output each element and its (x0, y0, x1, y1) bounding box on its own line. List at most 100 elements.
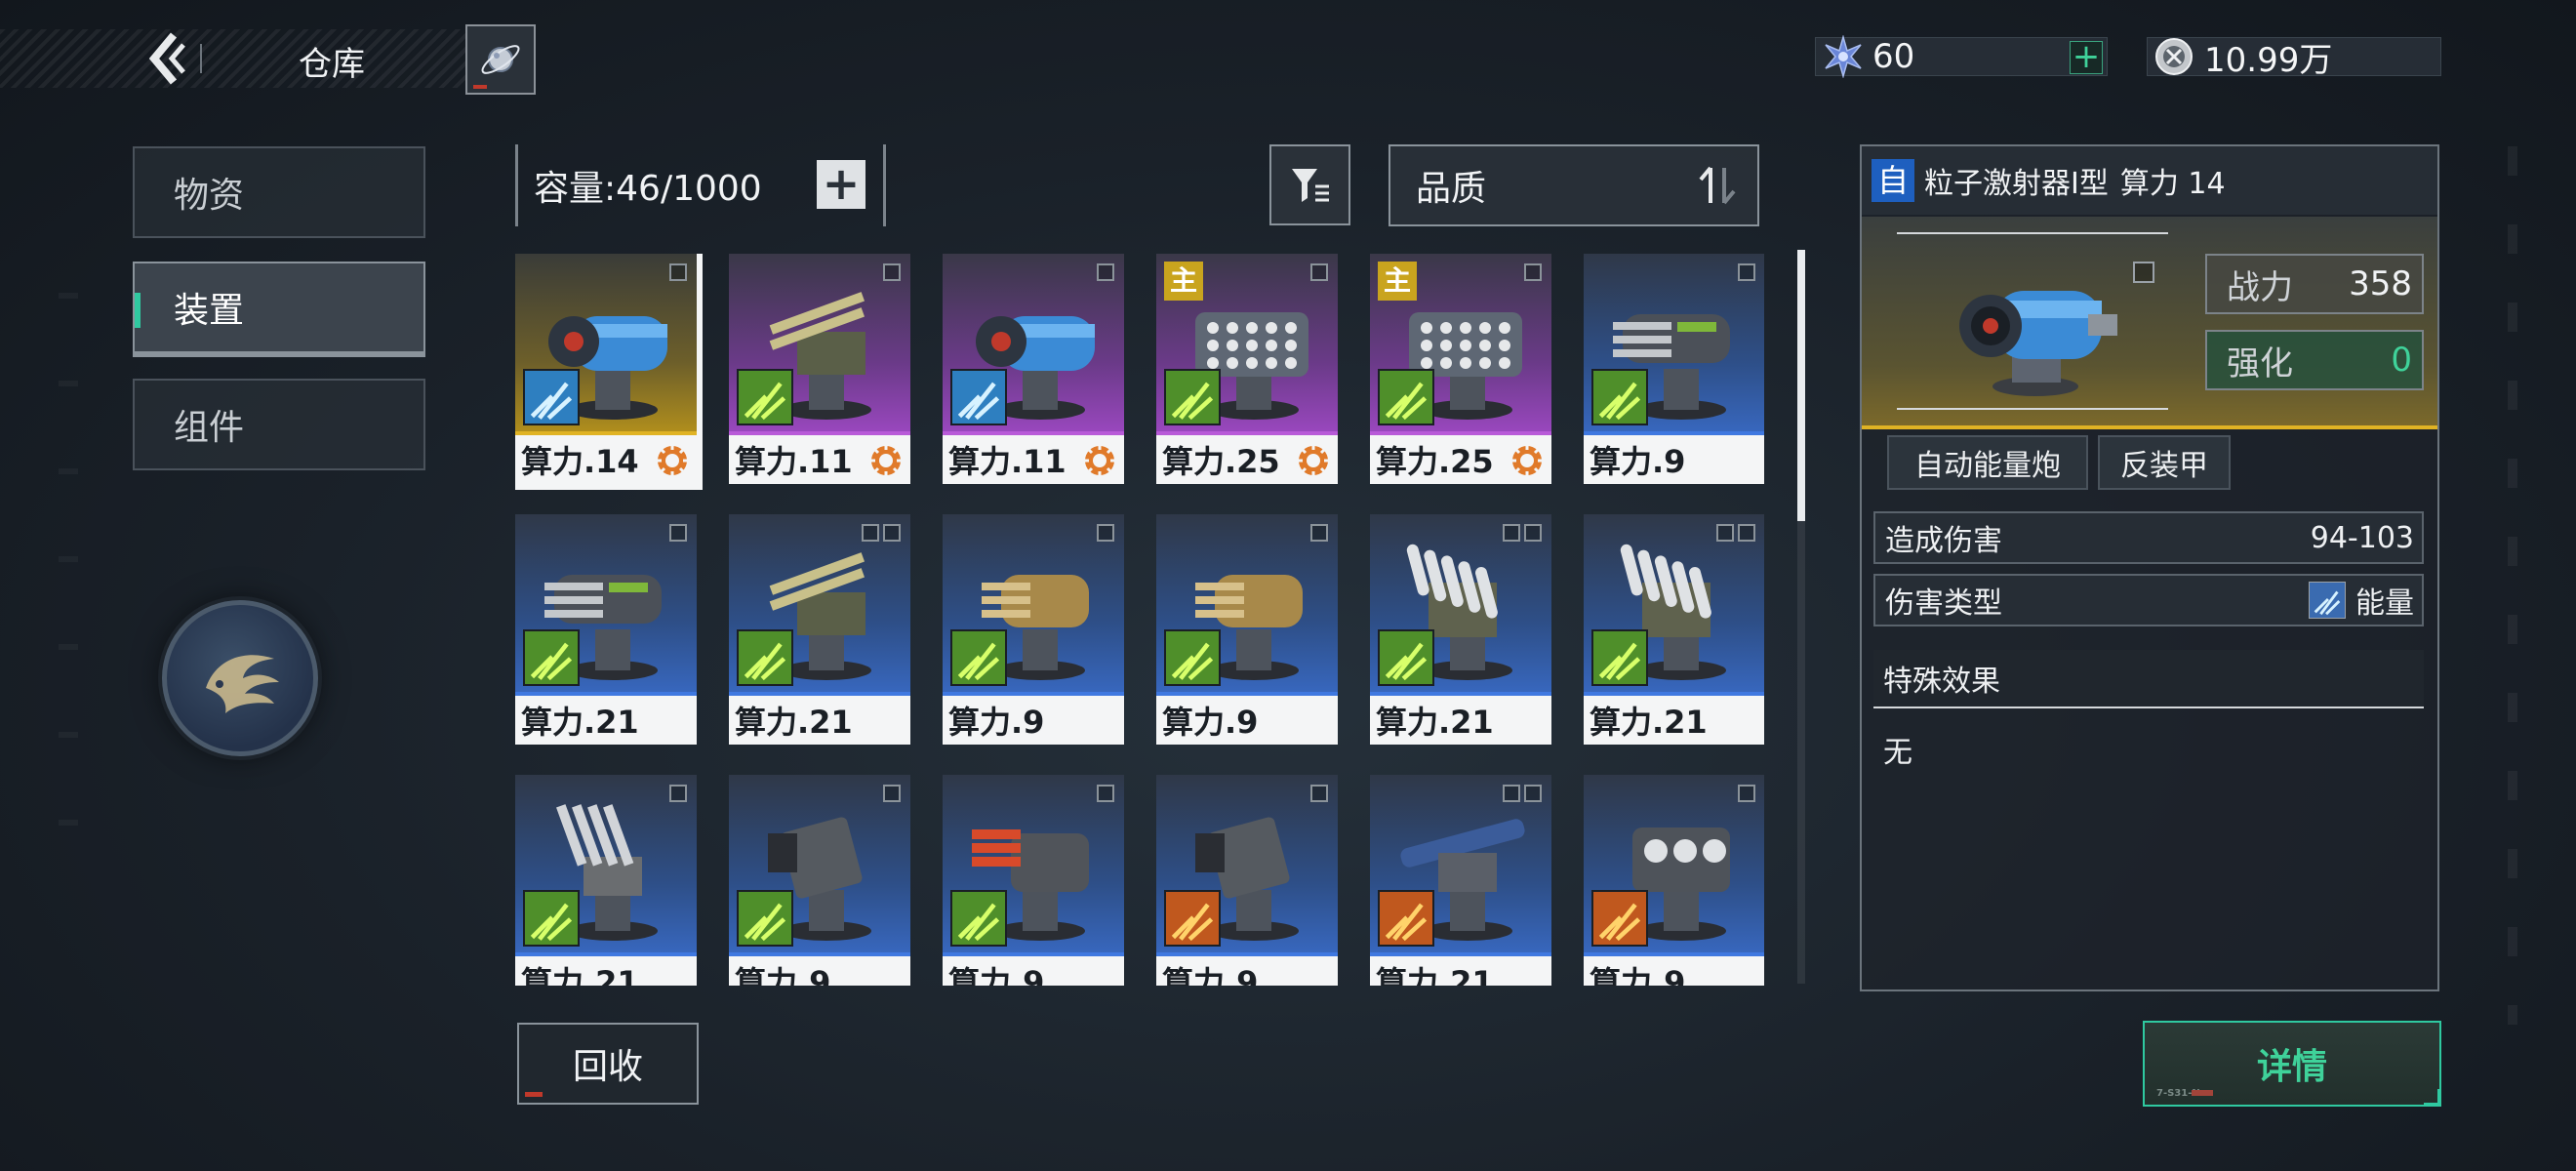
capacity-text: 容量:46/1000 (534, 169, 762, 209)
slot-indicator (1716, 524, 1734, 542)
device-card[interactable]: 算力.9 (943, 514, 1124, 745)
damage-type-right: 能量 (2309, 579, 2414, 622)
right-decoration (2508, 146, 2517, 1025)
gear-icon (867, 442, 905, 479)
slot-indicator (1503, 785, 1520, 802)
device-card[interactable]: 算力.21 (729, 514, 910, 745)
lock-checkbox[interactable] (2133, 262, 2154, 283)
coin-value: 10.99万 (2204, 40, 2333, 80)
slot-indicator (669, 524, 687, 542)
back-button[interactable] (137, 29, 195, 88)
nav-item-label: 组件 (174, 408, 245, 448)
particle-cannon-icon (1959, 291, 2117, 396)
device-card[interactable]: 算力.11 (729, 254, 910, 484)
device-card[interactable]: 算力.9 (1156, 775, 1338, 986)
kinetic-element-icon (1164, 369, 1221, 425)
fire-element-icon (1591, 890, 1648, 947)
nav-item-supplies[interactable]: 物资 (133, 146, 425, 238)
fire-element-icon (1378, 890, 1434, 947)
detail-button-label: 详情 (2256, 1047, 2327, 1087)
device-card[interactable]: 算力.9 (943, 775, 1124, 986)
device-power-label: 算力.21 (1370, 696, 1551, 745)
kinetic-element-icon (737, 890, 793, 947)
device-card[interactable]: 算力.21 (1370, 514, 1551, 745)
grid-scrollbar-thumb[interactable] (1797, 250, 1805, 521)
kinetic-element-icon (1591, 369, 1648, 425)
slot-indicator (1738, 524, 1755, 542)
gear-icon (1081, 442, 1118, 479)
header-separator (200, 44, 202, 73)
device-power-label: 算力.21 (729, 696, 910, 745)
damage-row: 造成伤害 94-103 (1873, 511, 2424, 564)
sort-select[interactable]: 品质 (1389, 144, 1759, 226)
crystal-add-button[interactable]: + (2070, 40, 2103, 74)
filter-button[interactable] (1269, 144, 1350, 225)
device-card[interactable]: 算力.9 (1584, 775, 1764, 986)
phoenix-emblem-icon (206, 655, 279, 713)
slot-indicator (669, 263, 687, 281)
nav-item-components[interactable]: 组件 (133, 379, 425, 470)
planet-icon (481, 45, 520, 74)
left-decoration (59, 293, 78, 878)
planet-button[interactable] (465, 24, 536, 95)
auto-tag: 自 (1872, 159, 1914, 202)
slot-indicator (862, 524, 879, 542)
phoenix-emblem[interactable] (162, 600, 318, 756)
kinetic-element-icon (1164, 629, 1221, 686)
kinetic-element-icon (737, 629, 793, 686)
hero-frame (1897, 232, 2168, 410)
kinetic-element-icon (1378, 629, 1434, 686)
kinetic-element-icon (523, 629, 580, 686)
damage-type-key: 伤害类型 (1885, 586, 2002, 621)
detail-button[interactable]: 详情 7-S31-N (2143, 1021, 2441, 1107)
device-card[interactable]: 算力.9 (1156, 514, 1338, 745)
device-name: 粒子激射器I型 (1924, 167, 2109, 201)
device-card[interactable]: 算力.21 (1370, 775, 1551, 986)
device-power-label: 算力.9 (1156, 956, 1338, 986)
device-card[interactable]: 算力.9 (1584, 254, 1764, 484)
device-card[interactable]: 算力.21 (515, 775, 697, 986)
device-card[interactable]: 主算力.25 (1370, 254, 1551, 484)
slot-indicator (1310, 524, 1328, 542)
recycle-label: 回收 (572, 1047, 643, 1087)
recycle-button[interactable]: 回收 (517, 1023, 699, 1105)
damage-key: 造成伤害 (1885, 524, 2002, 558)
enhance-value: 0 (2391, 341, 2412, 380)
device-power-label: 算力.9 (943, 956, 1124, 986)
device-card[interactable]: 算力.9 (729, 775, 910, 986)
device-card[interactable]: 算力.21 (1584, 514, 1764, 745)
slot-indicator (669, 785, 687, 802)
crystal-icon (1825, 35, 1862, 78)
device-card[interactable]: 算力.11 (943, 254, 1124, 484)
device-card[interactable]: 算力.14 (515, 254, 703, 490)
capacity-add-button[interactable]: + (817, 160, 865, 209)
kinetic-element-icon (737, 369, 793, 425)
damage-type-value: 能量 (2355, 586, 2414, 621)
enhance-key: 强化 (2227, 343, 2293, 384)
device-grid: 算力.14 算力.11 算力.11 主算力.25 主算力.25 算力.9 算力.21 算力.2… (515, 254, 1764, 986)
coin-resource: 10.99万 (2147, 37, 2441, 80)
trait-tag: 自动能量炮 (1887, 435, 2088, 490)
capacity-display: 容量:46/1000 + (515, 144, 886, 226)
combat-power-value: 358 (2349, 264, 2412, 303)
special-effect-body: 无 (1883, 736, 1912, 770)
slot-indicator (1310, 785, 1328, 802)
page-title: 仓库 (299, 44, 365, 84)
slot-indicator (1310, 263, 1328, 281)
device-card[interactable]: 主算力.25 (1156, 254, 1338, 484)
slot-indicator (1524, 263, 1542, 281)
gear-icon (1295, 442, 1332, 479)
crystal-resource: 60 + (1815, 35, 2108, 78)
device-card[interactable]: 算力.21 (515, 514, 697, 745)
energy-icon (2309, 582, 2346, 619)
detail-header: 自 粒子激射器I型 算力 14 (1862, 146, 2437, 215)
fire-element-icon (1164, 890, 1221, 947)
sort-icon (1699, 166, 1736, 205)
filter-icon (1291, 168, 1329, 202)
rarity-line (1862, 425, 2437, 429)
sort-label: 品质 (1416, 169, 1487, 209)
combat-power-stat: 战力 358 (2205, 254, 2424, 314)
slot-indicator (1097, 263, 1114, 281)
energy-element-icon (523, 369, 580, 425)
nav-item-devices[interactable]: 装置 (133, 262, 425, 357)
